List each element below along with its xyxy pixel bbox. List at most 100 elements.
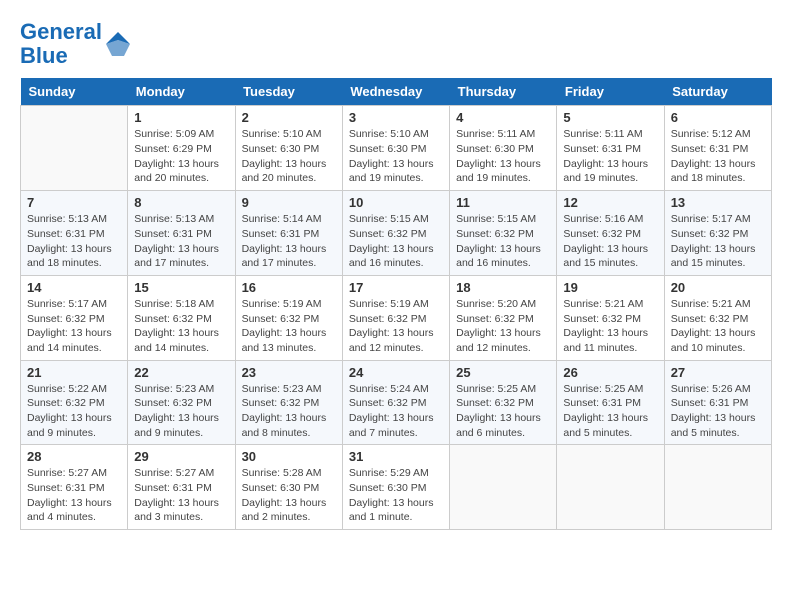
day-info: Sunrise: 5:17 AMSunset: 6:32 PMDaylight:… — [27, 297, 121, 356]
day-info: Sunrise: 5:29 AMSunset: 6:30 PMDaylight:… — [349, 466, 443, 525]
day-info: Sunrise: 5:15 AMSunset: 6:32 PMDaylight:… — [349, 212, 443, 271]
day-number: 17 — [349, 280, 443, 295]
day-number: 23 — [242, 365, 336, 380]
day-info: Sunrise: 5:13 AMSunset: 6:31 PMDaylight:… — [27, 212, 121, 271]
day-info: Sunrise: 5:15 AMSunset: 6:32 PMDaylight:… — [456, 212, 550, 271]
calendar-week-row: 28 Sunrise: 5:27 AMSunset: 6:31 PMDayligh… — [21, 445, 772, 530]
calendar-cell: 21Sunrise: 5:22 AMSunset: 6:32 PMDayligh… — [21, 360, 128, 445]
calendar-cell: 10 Sunrise: 5:15 AMSunset: 6:32 PMDayligh… — [342, 191, 449, 276]
calendar-cell: 30 Sunrise: 5:28 AMSunset: 6:30 PMDayligh… — [235, 445, 342, 530]
calendar-header-row: SundayMondayTuesdayWednesdayThursdayFrid… — [21, 78, 772, 106]
calendar-cell: 17 Sunrise: 5:19 AMSunset: 6:32 PMDayligh… — [342, 275, 449, 360]
calendar-cell: 8Sunrise: 5:13 AMSunset: 6:31 PMDaylight… — [128, 191, 235, 276]
calendar-cell: 12Sunrise: 5:16 AMSunset: 6:32 PMDayligh… — [557, 191, 664, 276]
day-info: Sunrise: 5:20 AMSunset: 6:32 PMDaylight:… — [456, 297, 550, 356]
page-header: GeneralBlue — [20, 20, 772, 68]
calendar-week-row: 21Sunrise: 5:22 AMSunset: 6:32 PMDayligh… — [21, 360, 772, 445]
day-number: 24 — [349, 365, 443, 380]
calendar-week-row: 7 Sunrise: 5:13 AMSunset: 6:31 PMDaylight… — [21, 191, 772, 276]
calendar-cell: 11 Sunrise: 5:15 AMSunset: 6:32 PMDayligh… — [450, 191, 557, 276]
day-number: 16 — [242, 280, 336, 295]
calendar-cell: 6 Sunrise: 5:12 AMSunset: 6:31 PMDaylight… — [664, 106, 771, 191]
day-number: 7 — [27, 195, 121, 210]
col-header-thursday: Thursday — [450, 78, 557, 106]
logo-icon — [104, 30, 132, 58]
logo: GeneralBlue — [20, 20, 132, 68]
day-number: 14 — [27, 280, 121, 295]
day-number: 10 — [349, 195, 443, 210]
calendar-cell: 25 Sunrise: 5:25 AMSunset: 6:32 PMDayligh… — [450, 360, 557, 445]
col-header-monday: Monday — [128, 78, 235, 106]
day-number: 6 — [671, 110, 765, 125]
day-info: Sunrise: 5:11 AMSunset: 6:30 PMDaylight:… — [456, 127, 550, 186]
calendar-cell: 14 Sunrise: 5:17 AMSunset: 6:32 PMDayligh… — [21, 275, 128, 360]
col-header-wednesday: Wednesday — [342, 78, 449, 106]
day-info: Sunrise: 5:25 AMSunset: 6:31 PMDaylight:… — [563, 382, 657, 441]
calendar-cell — [557, 445, 664, 530]
day-number: 31 — [349, 449, 443, 464]
calendar-cell — [664, 445, 771, 530]
day-number: 28 — [27, 449, 121, 464]
day-number: 13 — [671, 195, 765, 210]
day-info: Sunrise: 5:18 AMSunset: 6:32 PMDaylight:… — [134, 297, 228, 356]
calendar-cell: 24 Sunrise: 5:24 AMSunset: 6:32 PMDayligh… — [342, 360, 449, 445]
day-number: 22 — [134, 365, 228, 380]
day-number: 27 — [671, 365, 765, 380]
day-info: Sunrise: 5:24 AMSunset: 6:32 PMDaylight:… — [349, 382, 443, 441]
day-info: Sunrise: 5:10 AMSunset: 6:30 PMDaylight:… — [349, 127, 443, 186]
day-number: 5 — [563, 110, 657, 125]
calendar-week-row: 14 Sunrise: 5:17 AMSunset: 6:32 PMDayligh… — [21, 275, 772, 360]
day-info: Sunrise: 5:19 AMSunset: 6:32 PMDaylight:… — [242, 297, 336, 356]
day-info: Sunrise: 5:27 AMSunset: 6:31 PMDaylight:… — [27, 466, 121, 525]
day-info: Sunrise: 5:12 AMSunset: 6:31 PMDaylight:… — [671, 127, 765, 186]
calendar-cell: 23Sunrise: 5:23 AMSunset: 6:32 PMDayligh… — [235, 360, 342, 445]
calendar-cell: 29Sunrise: 5:27 AMSunset: 6:31 PMDayligh… — [128, 445, 235, 530]
calendar-cell: 7 Sunrise: 5:13 AMSunset: 6:31 PMDaylight… — [21, 191, 128, 276]
calendar-cell — [21, 106, 128, 191]
day-info: Sunrise: 5:21 AMSunset: 6:32 PMDaylight:… — [563, 297, 657, 356]
day-number: 26 — [563, 365, 657, 380]
day-number: 30 — [242, 449, 336, 464]
day-number: 4 — [456, 110, 550, 125]
day-info: Sunrise: 5:26 AMSunset: 6:31 PMDaylight:… — [671, 382, 765, 441]
day-info: Sunrise: 5:23 AMSunset: 6:32 PMDaylight:… — [134, 382, 228, 441]
day-info: Sunrise: 5:28 AMSunset: 6:30 PMDaylight:… — [242, 466, 336, 525]
calendar-cell: 19 Sunrise: 5:21 AMSunset: 6:32 PMDayligh… — [557, 275, 664, 360]
day-number: 15 — [134, 280, 228, 295]
calendar-cell — [450, 445, 557, 530]
day-number: 11 — [456, 195, 550, 210]
day-number: 1 — [134, 110, 228, 125]
calendar-cell: 1Sunrise: 5:09 AMSunset: 6:29 PMDaylight… — [128, 106, 235, 191]
day-info: Sunrise: 5:21 AMSunset: 6:32 PMDaylight:… — [671, 297, 765, 356]
day-number: 9 — [242, 195, 336, 210]
calendar-cell: 22 Sunrise: 5:23 AMSunset: 6:32 PMDayligh… — [128, 360, 235, 445]
calendar-cell: 26 Sunrise: 5:25 AMSunset: 6:31 PMDayligh… — [557, 360, 664, 445]
day-number: 20 — [671, 280, 765, 295]
col-header-friday: Friday — [557, 78, 664, 106]
calendar-cell: 20 Sunrise: 5:21 AMSunset: 6:32 PMDayligh… — [664, 275, 771, 360]
day-info: Sunrise: 5:11 AMSunset: 6:31 PMDaylight:… — [563, 127, 657, 186]
logo-text: GeneralBlue — [20, 20, 102, 68]
calendar-cell: 3 Sunrise: 5:10 AMSunset: 6:30 PMDaylight… — [342, 106, 449, 191]
day-info: Sunrise: 5:17 AMSunset: 6:32 PMDaylight:… — [671, 212, 765, 271]
calendar-cell: 4 Sunrise: 5:11 AMSunset: 6:30 PMDaylight… — [450, 106, 557, 191]
calendar-cell: 28 Sunrise: 5:27 AMSunset: 6:31 PMDayligh… — [21, 445, 128, 530]
calendar-cell: 27 Sunrise: 5:26 AMSunset: 6:31 PMDayligh… — [664, 360, 771, 445]
day-number: 25 — [456, 365, 550, 380]
day-number: 19 — [563, 280, 657, 295]
calendar-week-row: 1Sunrise: 5:09 AMSunset: 6:29 PMDaylight… — [21, 106, 772, 191]
day-info: Sunrise: 5:10 AMSunset: 6:30 PMDaylight:… — [242, 127, 336, 186]
day-number: 2 — [242, 110, 336, 125]
calendar-cell: 9Sunrise: 5:14 AMSunset: 6:31 PMDaylight… — [235, 191, 342, 276]
col-header-saturday: Saturday — [664, 78, 771, 106]
day-number: 8 — [134, 195, 228, 210]
calendar-cell: 16 Sunrise: 5:19 AMSunset: 6:32 PMDayligh… — [235, 275, 342, 360]
day-info: Sunrise: 5:19 AMSunset: 6:32 PMDaylight:… — [349, 297, 443, 356]
calendar-cell: 18 Sunrise: 5:20 AMSunset: 6:32 PMDayligh… — [450, 275, 557, 360]
day-number: 3 — [349, 110, 443, 125]
calendar-cell: 2 Sunrise: 5:10 AMSunset: 6:30 PMDaylight… — [235, 106, 342, 191]
day-info: Sunrise: 5:25 AMSunset: 6:32 PMDaylight:… — [456, 382, 550, 441]
col-header-sunday: Sunday — [21, 78, 128, 106]
day-info: Sunrise: 5:27 AMSunset: 6:31 PMDaylight:… — [134, 466, 228, 525]
day-number: 18 — [456, 280, 550, 295]
